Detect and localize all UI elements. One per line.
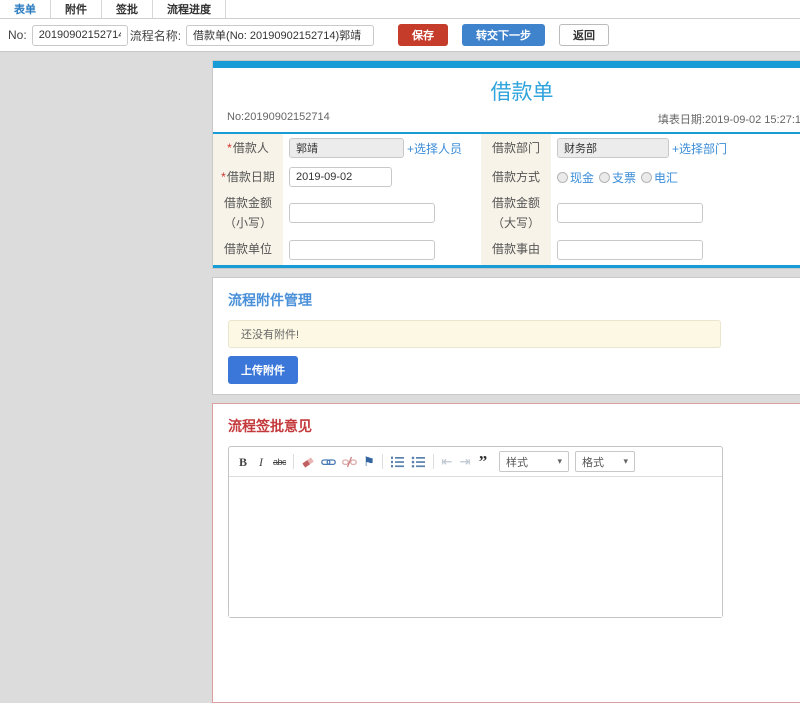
rich-text-editor: B I abc ⚑ ⇤ ⇥ ” 样式 ▾ 格式 ▾ bbox=[228, 446, 723, 618]
radio-circle-icon[interactable] bbox=[557, 171, 568, 183]
editor-content-area[interactable] bbox=[229, 477, 722, 617]
tab-attachments[interactable]: 附件 bbox=[51, 0, 102, 18]
chevron-down-icon: ▾ bbox=[557, 456, 563, 466]
form-row: 借款金额（小写） 借款金额（大写） bbox=[213, 192, 800, 234]
italic-icon[interactable]: I bbox=[255, 454, 267, 470]
ordered-list-icon[interactable] bbox=[390, 456, 405, 468]
back-button[interactable]: 返回 bbox=[559, 24, 610, 46]
amount-big-label: 借款金额（大写） bbox=[481, 192, 551, 234]
loan-date-label: *借款日期 bbox=[213, 162, 283, 192]
tab-progress[interactable]: 流程进度 bbox=[153, 0, 226, 18]
form-date-text: 填表日期:2019-09-02 15:27:1 bbox=[657, 114, 800, 126]
department-label: 借款部门 bbox=[481, 134, 551, 162]
toolbar-separator bbox=[293, 454, 295, 469]
format-dropdown[interactable]: 格式 ▾ bbox=[575, 451, 636, 472]
select-department-link[interactable]: +选择部门 bbox=[672, 140, 727, 157]
radio-cash[interactable]: 现金 bbox=[557, 169, 594, 186]
blockquote-icon[interactable]: ” bbox=[477, 453, 489, 470]
form-no-text: No:20190902152714 bbox=[227, 111, 330, 123]
unlink-icon[interactable] bbox=[342, 456, 357, 468]
tab-form[interactable]: 表单 bbox=[0, 0, 51, 18]
loan-method-label: 借款方式 bbox=[481, 162, 551, 192]
approval-opinions-heading: 流程签批意见 bbox=[228, 418, 312, 434]
required-mark: * bbox=[221, 169, 226, 184]
form-row: *借款人 +选择人员 借款部门 +选择部门 bbox=[213, 134, 800, 162]
panel-top-bar bbox=[213, 61, 800, 68]
loan-unit-label: 借款单位 bbox=[213, 234, 283, 265]
upload-attachment-button[interactable]: 上传附件 bbox=[228, 356, 298, 384]
toolbar: No: 流程名称: 保存 转交下一步 返回 bbox=[0, 19, 800, 52]
strikethrough-icon[interactable]: abc bbox=[273, 454, 287, 470]
approval-opinions-panel: 流程签批意见 B I abc ⚑ ⇤ ⇥ ” 样式 ▾ 格式 ▾ bbox=[212, 403, 800, 703]
style-dropdown[interactable]: 样式 ▾ bbox=[499, 451, 570, 472]
bullet-list-icon[interactable] bbox=[411, 456, 426, 468]
outdent-icon[interactable]: ⇤ bbox=[441, 454, 453, 470]
form-row: 借款单位 借款事由 bbox=[213, 234, 800, 265]
toolbar-separator bbox=[382, 454, 384, 469]
amount-small-input[interactable] bbox=[289, 203, 435, 223]
remove-format-icon[interactable] bbox=[301, 455, 315, 468]
required-mark: * bbox=[227, 140, 232, 155]
radio-circle-icon[interactable] bbox=[641, 171, 653, 183]
process-name-input[interactable] bbox=[186, 24, 375, 46]
indent-icon[interactable]: ⇥ bbox=[459, 454, 471, 470]
toolbar-separator bbox=[433, 454, 435, 469]
radio-wire[interactable]: 电汇 bbox=[641, 169, 678, 186]
department-input[interactable] bbox=[557, 138, 669, 158]
tab-bar: 表单 附件 签批 流程进度 bbox=[0, 0, 800, 19]
form-row: *借款日期 借款方式 现金 支票 电汇 bbox=[213, 162, 800, 192]
loan-unit-input[interactable] bbox=[289, 239, 435, 260]
tab-approval[interactable]: 签批 bbox=[102, 0, 153, 18]
no-input[interactable] bbox=[31, 24, 128, 46]
select-person-link[interactable]: +选择人员 bbox=[407, 140, 462, 157]
bold-icon[interactable]: B bbox=[237, 454, 249, 470]
loan-reason-input[interactable] bbox=[557, 239, 703, 260]
forward-next-step-button[interactable]: 转交下一步 bbox=[462, 24, 546, 46]
loan-form-panel: 借款单 No:20190902152714 填表日期:2019-09-02 15… bbox=[212, 60, 800, 269]
amount-small-label: 借款金额（小写） bbox=[213, 192, 283, 234]
borrower-label: *借款人 bbox=[213, 134, 283, 162]
process-name-label: 流程名称: bbox=[129, 28, 182, 43]
radio-circle-icon[interactable] bbox=[599, 171, 611, 183]
attachments-heading: 流程附件管理 bbox=[228, 292, 312, 308]
save-button[interactable]: 保存 bbox=[398, 24, 449, 46]
content-area: 借款单 No:20190902152714 填表日期:2019-09-02 15… bbox=[0, 52, 800, 703]
divider bbox=[213, 265, 800, 268]
loan-reason-label: 借款事由 bbox=[481, 234, 551, 265]
amount-big-input[interactable] bbox=[557, 203, 703, 223]
chevron-down-icon: ▾ bbox=[623, 456, 629, 466]
link-icon[interactable] bbox=[321, 456, 336, 468]
borrower-input[interactable] bbox=[289, 138, 404, 158]
radio-cheque[interactable]: 支票 bbox=[599, 169, 636, 186]
form-title: 借款单 bbox=[490, 81, 554, 104]
editor-toolbar: B I abc ⚑ ⇤ ⇥ ” 样式 ▾ 格式 ▾ bbox=[229, 447, 722, 477]
anchor-flag-icon[interactable]: ⚑ bbox=[363, 454, 375, 470]
no-label: No: bbox=[8, 28, 27, 42]
attachments-panel: 流程附件管理 还没有附件! 上传附件 bbox=[212, 277, 800, 395]
no-attachments-alert: 还没有附件! bbox=[228, 320, 721, 348]
loan-date-input[interactable] bbox=[289, 167, 392, 187]
